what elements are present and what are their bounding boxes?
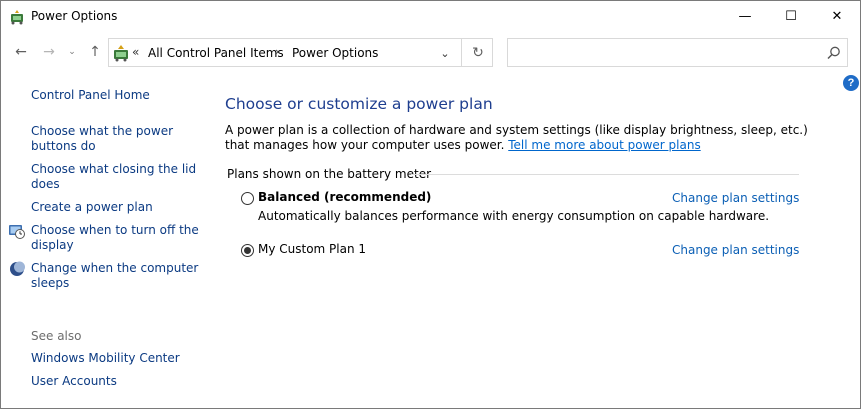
display-schedule-icon [9,225,25,239]
back-arrow-icon: ← [15,44,27,60]
sleep-moon-icon [10,261,25,276]
control-panel-home-link[interactable]: Control Panel Home [31,88,211,103]
close-icon: ✕ [831,9,843,24]
user-accounts-link[interactable]: User Accounts [31,374,211,389]
power-options-window: Power Options — ☐ ✕ ← → ⌄ ↑ « All Contro… [0,0,861,409]
navigation-bar: ← → ⌄ ↑ « All Control Panel Items › Powe… [1,35,860,69]
plan-balanced-description: Automatically balances performance with … [258,209,770,223]
main-content: Choose or customize a power plan A power… [225,81,845,401]
breadcrumb-power-options[interactable]: Power Options [292,46,378,60]
task-closing-lid-link[interactable]: Choose what closing the lid does [31,162,211,192]
see-also-heading: See also [31,329,82,343]
task-turn-off-display-link[interactable]: Choose when to turn off the display [31,223,211,253]
search-input[interactable] [507,38,848,67]
maximize-button[interactable]: ☐ [768,1,814,32]
plan-custom-name[interactable]: My Custom Plan 1 [258,242,366,256]
page-description: A power plan is a collection of hardware… [225,123,830,153]
recent-locations-button[interactable]: ⌄ [65,42,79,62]
more-locations-icon[interactable]: « [132,45,139,59]
window-title: Power Options [31,9,118,23]
up-button[interactable]: ↑ [85,42,105,62]
close-button[interactable]: ✕ [814,1,860,32]
learn-more-link[interactable]: Tell me more about power plans [508,138,700,152]
chevron-down-icon: ⌄ [68,47,76,57]
windows-mobility-center-link[interactable]: Windows Mobility Center [31,351,211,366]
power-options-icon [11,10,23,25]
breadcrumb-separator-icon[interactable]: › [275,45,279,58]
up-arrow-icon: ↑ [89,44,101,60]
page-title: Choose or customize a power plan [225,95,493,113]
plan-balanced-radio[interactable] [241,192,254,205]
back-button[interactable]: ← [11,42,31,62]
search-icon[interactable] [826,45,842,61]
plan-balanced-settings-link[interactable]: Change plan settings [672,191,799,205]
plans-group-label: Plans shown on the battery meter [227,167,432,181]
plan-custom-radio[interactable] [241,244,254,257]
left-task-pane: Control Panel Home Choose what the power… [1,81,216,401]
breadcrumb-all-control-panel-items[interactable]: All Control Panel Items [148,46,284,60]
title-bar: Power Options — ☐ ✕ [1,1,860,33]
task-power-buttons-link[interactable]: Choose what the power buttons do [31,124,211,154]
group-divider [411,174,799,175]
plan-custom-settings-link[interactable]: Change plan settings [672,243,799,257]
forward-button[interactable]: → [39,42,59,62]
help-icon[interactable]: ? [843,75,859,91]
plan-balanced-name[interactable]: Balanced (recommended) [258,190,431,204]
address-divider [461,39,462,66]
control-panel-icon [114,45,128,62]
task-computer-sleeps-link[interactable]: Change when the computer sleeps [31,261,211,291]
minimize-icon: — [738,9,752,24]
address-bar[interactable]: « All Control Panel Items › Power Option… [108,38,493,67]
minimize-button[interactable]: — [722,1,768,32]
forward-arrow-icon: → [43,44,55,60]
address-dropdown-icon[interactable]: ⌄ [434,44,456,62]
refresh-button[interactable]: ↻ [467,43,489,63]
maximize-icon: ☐ [785,9,797,24]
task-create-plan-link[interactable]: Create a power plan [31,200,211,215]
